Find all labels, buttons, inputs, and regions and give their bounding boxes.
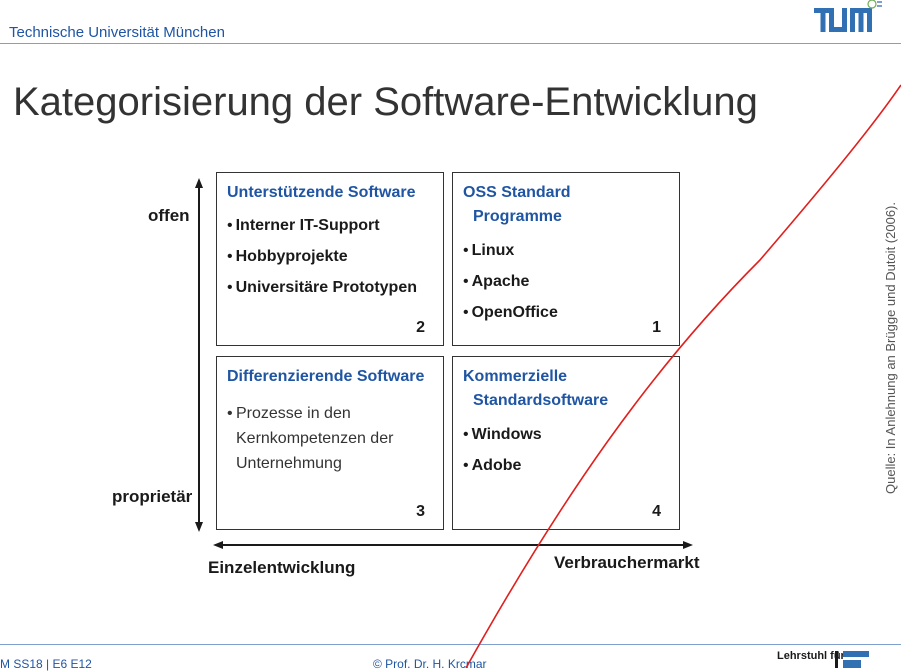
list-item: • Prozesse in den Kernkompetenzen der Un… <box>227 401 447 476</box>
list-item: Linux <box>463 242 558 260</box>
x-axis-left-label: Einzelentwicklung <box>208 558 356 577</box>
quadrant-commercial-standard-software: Kommerzielle Standardsoftware Windows Ad… <box>452 356 680 530</box>
x-axis-right-label: Verbrauchermarkt <box>554 553 700 572</box>
list-item: Universitäre Prototypen <box>227 279 417 297</box>
bullet-glyph: • <box>227 405 233 422</box>
axes-graphic <box>195 178 693 549</box>
quadrant-title-line-2: Programme <box>473 208 562 225</box>
list-item: Windows <box>463 426 542 444</box>
y-axis-bottom-label: proprietär <box>112 487 193 506</box>
quadrant-title-line-2: Standardsoftware <box>473 392 609 409</box>
quadrant-title-line-1: Kommerzielle <box>463 368 568 385</box>
footer-copyright: © Prof. Dr. H. Krcmar <box>373 657 487 671</box>
quadrant-number: 3 <box>416 503 425 520</box>
footer-divider <box>0 644 901 645</box>
quadrant-title: OSS Standard Programme <box>463 181 571 229</box>
quadrant-number: 1 <box>652 319 661 336</box>
list-item: Interner IT-Support <box>227 217 417 235</box>
quadrant-oss-standard-programs: OSS Standard Programme Linux Apache Open… <box>452 172 680 346</box>
list-item: Apache <box>463 273 558 291</box>
chair-logo <box>835 651 869 668</box>
list-item: OpenOffice <box>463 304 558 322</box>
quadrant-title-line-1: OSS Standard <box>463 184 571 201</box>
list-item: Hobbyprojekte <box>227 248 417 266</box>
source-note: Quelle: In Anlehnung an Brügge und Dutoi… <box>883 202 898 494</box>
y-axis-top-label: offen <box>148 206 190 225</box>
quadrant-bullet-list: Linux Apache OpenOffice <box>463 242 558 322</box>
quadrant-supporting-software: Unterstützende Software Interner IT-Supp… <box>216 172 444 346</box>
quadrant-title: Differenzierende Software <box>227 368 425 385</box>
quadrant-title: Kommerzielle Standardsoftware <box>463 365 608 413</box>
quadrant-number: 4 <box>652 503 661 520</box>
list-item-text: Prozesse in den Kernkompetenzen der Unte… <box>236 405 394 472</box>
quadrant-number: 2 <box>416 319 425 336</box>
list-item: Adobe <box>463 457 542 475</box>
quadrant-bullet-list: Windows Adobe <box>463 426 542 475</box>
quadrant-differentiating-software: Differenzierende Software • Prozesse in … <box>216 356 444 530</box>
quadrant-title: Unterstützende Software <box>227 184 416 201</box>
footer-course-code: M SS18 | E6 E12 <box>0 657 92 671</box>
quadrant-bullet-list: Interner IT-Support Hobbyprojekte Univer… <box>227 217 417 297</box>
